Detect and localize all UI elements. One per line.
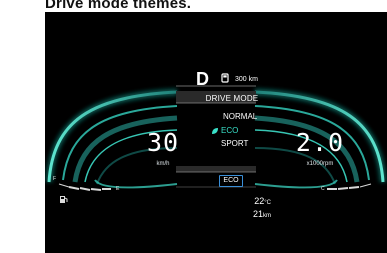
- temp-gauge-ticks: [327, 183, 372, 190]
- active-mode-badge: ECO: [219, 175, 243, 187]
- temp-cold-label: C: [321, 186, 325, 192]
- drive-mode-option-sport[interactable]: SPORT: [221, 139, 248, 148]
- rpm-readout: 2.0: [295, 128, 345, 157]
- page-heading: Drive mode themes.: [45, 0, 192, 12]
- instrument-cluster: D 300 km 30 km/h 2.0 x1000rpm DRIVE MODE…: [45, 12, 387, 253]
- temperature-unit: °C: [264, 200, 271, 206]
- temperature-value: 22: [254, 196, 265, 206]
- trip-unit: km: [263, 213, 271, 219]
- drive-mode-title: DRIVE MODE: [205, 94, 259, 103]
- fuel-range: 300 km: [235, 76, 258, 83]
- speed-readout: 30: [146, 128, 180, 157]
- fuel-full-label: F: [53, 176, 57, 182]
- trip-distance: 21km: [219, 209, 271, 219]
- drive-mode-option-eco[interactable]: ECO: [221, 126, 238, 135]
- rpm-unit: x1000rpm: [306, 161, 334, 167]
- outside-temperature: 22°C: [219, 196, 271, 206]
- gear-indicator: D: [196, 69, 209, 89]
- drive-mode-option-normal[interactable]: NORMAL: [223, 112, 257, 121]
- speed-unit: km/h: [156, 161, 170, 167]
- fuel-pump-icon: [60, 196, 68, 203]
- fuel-can-icon: [221, 73, 229, 83]
- trip-value: 21: [252, 209, 263, 219]
- fuel-empty-label: E: [116, 186, 120, 192]
- leaf-icon: [212, 128, 218, 134]
